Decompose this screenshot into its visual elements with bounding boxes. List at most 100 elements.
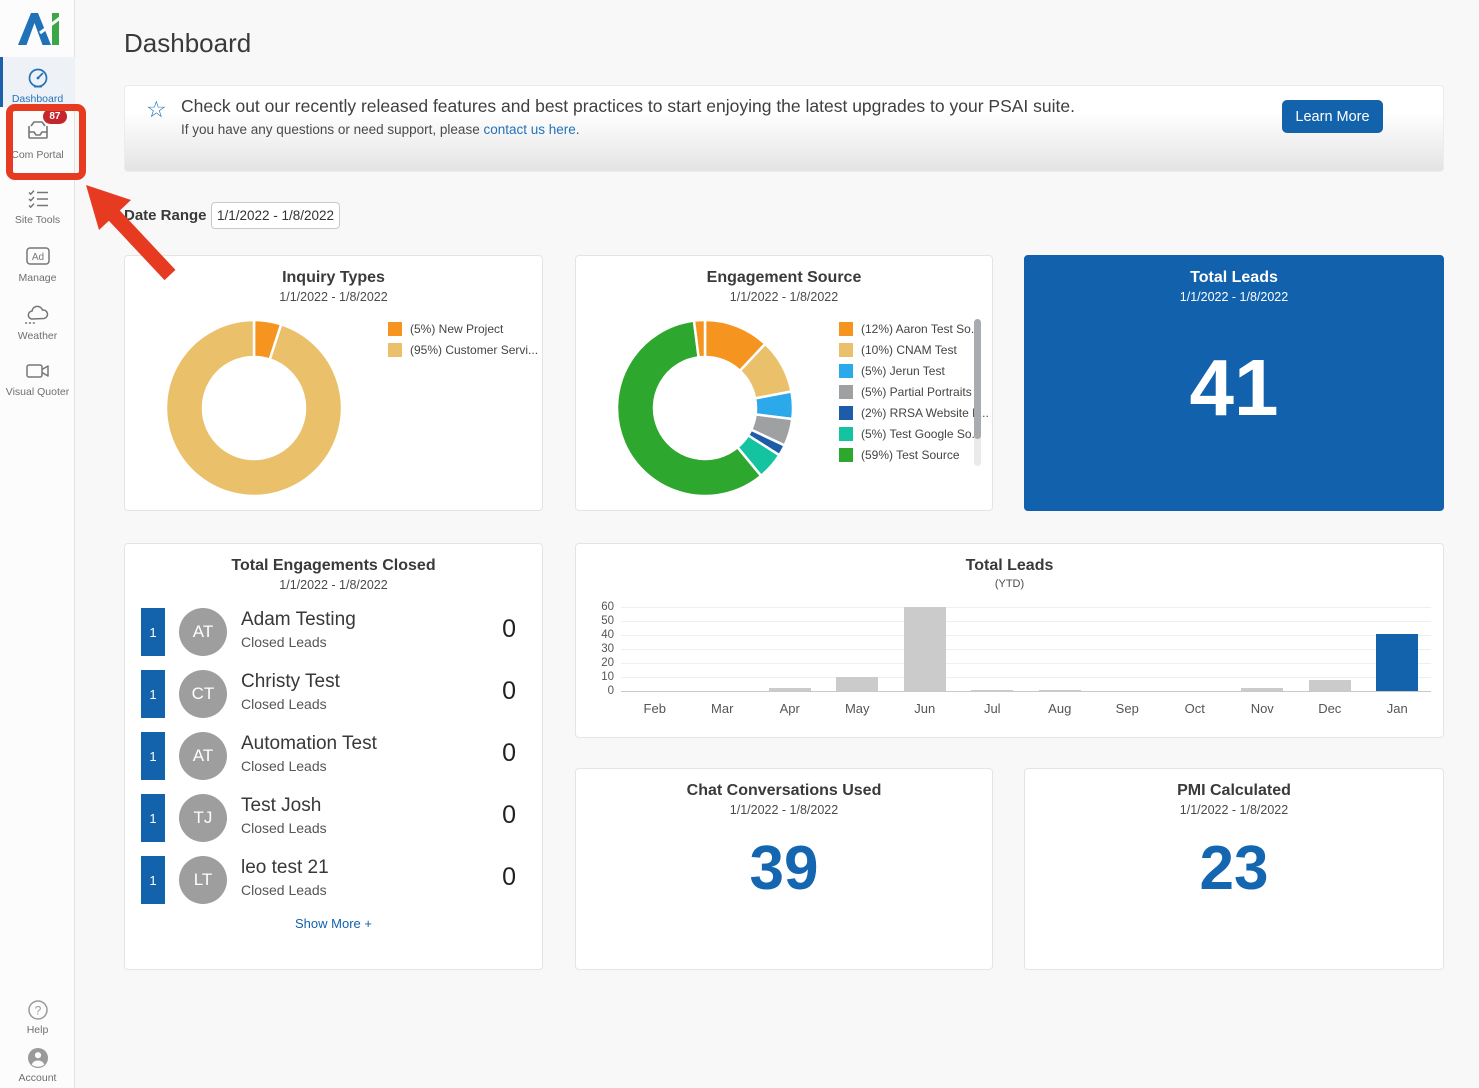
legend-item[interactable]: (95%) Customer Servi... [388, 343, 538, 357]
card-title: Chat Conversations Used [576, 782, 992, 800]
sidebar-item-label: Account [0, 1072, 75, 1084]
legend-swatch [839, 343, 853, 357]
ad-icon: Ad [0, 246, 75, 270]
bar [769, 688, 811, 691]
learn-more-button[interactable]: Learn More [1282, 100, 1383, 133]
card-title: Engagement Source [576, 269, 992, 287]
banner-text: Check out our recently released features… [181, 95, 1241, 137]
engagement-name: Test Josh [241, 795, 321, 817]
legend-item[interactable]: (5%) Test Google So... [839, 427, 989, 441]
rank-badge: 1 [141, 608, 165, 656]
bar [1309, 680, 1351, 691]
legend-item[interactable]: (59%) Test Source [839, 448, 989, 462]
card-pmi-calculated: PMI Calculated 1/1/2022 - 1/8/2022 23 [1024, 768, 1444, 970]
x-axis-label: Apr [756, 701, 824, 716]
card-subtitle: 1/1/2022 - 1/8/2022 [576, 290, 992, 304]
engagement-row: 1CTChristy TestClosed Leads0 [125, 663, 542, 725]
bar-chart: 6050403020100FebMarAprMayJunJulAugSepOct… [576, 544, 1443, 737]
x-axis-label: Feb [621, 701, 689, 716]
card-total-leads-ytd: Total Leads (YTD) 6050403020100FebMarApr… [575, 543, 1444, 738]
sidebar-item-label: Com Portal [0, 149, 75, 161]
bar [1039, 690, 1081, 691]
y-axis-label: 40 [584, 629, 614, 641]
avatar: AT [179, 608, 227, 656]
gauge-icon [0, 67, 75, 91]
x-axis-label: May [824, 701, 892, 716]
legend-label: (5%) New Project [410, 322, 503, 336]
sidebar-item-com-portal[interactable]: 87 Com Portal [0, 118, 75, 172]
app-logo[interactable] [0, 10, 75, 53]
contact-link[interactable]: contact us here [483, 122, 575, 137]
legend-swatch [839, 385, 853, 399]
legend-label: (2%) RRSA Website L... [861, 406, 989, 420]
sidebar-item-weather[interactable]: Weather [0, 304, 75, 346]
engagement-sub: Closed Leads [241, 758, 327, 774]
sidebar-item-help[interactable]: ? Help [0, 998, 75, 1038]
legend-item[interactable]: (5%) New Project [388, 322, 538, 336]
star-icon: ☆ [146, 96, 167, 123]
legend-item[interactable]: (2%) RRSA Website L... [839, 406, 989, 420]
engagement-sub: Closed Leads [241, 696, 327, 712]
engagement-row: 1ATAutomation TestClosed Leads0 [125, 725, 542, 787]
card-subtitle: 1/1/2022 - 1/8/2022 [125, 290, 542, 304]
engagement-name: Christy Test [241, 671, 340, 693]
legend-item[interactable]: (12%) Aaron Test So... [839, 322, 989, 336]
legend-label: (95%) Customer Servi... [410, 343, 538, 357]
engagement-sub: Closed Leads [241, 820, 327, 836]
card-total-leads: Total Leads 1/1/2022 - 1/8/2022 41 [1024, 255, 1444, 511]
rank-badge: 1 [141, 856, 165, 904]
engagement-list: 1ATAdam TestingClosed Leads01CTChristy T… [125, 601, 542, 911]
feature-banner: ☆ Check out our recently released featur… [124, 85, 1444, 172]
legend-swatch [839, 448, 853, 462]
rank-badge: 1 [141, 732, 165, 780]
legend-label: (59%) Test Source [861, 448, 960, 462]
legend-label: (5%) Test Google So... [861, 427, 982, 441]
sidebar-item-account[interactable]: Account [0, 1046, 75, 1086]
engagement-name: Adam Testing [241, 609, 356, 631]
card-inquiry-types: Inquiry Types 1/1/2022 - 1/8/2022 (5%) N… [124, 255, 543, 511]
card-subtitle: 1/1/2022 - 1/8/2022 [125, 578, 542, 592]
sidebar: Dashboard 87 Com Portal [0, 0, 75, 1088]
x-axis-label: Dec [1296, 701, 1364, 716]
video-camera-icon [0, 360, 75, 384]
card-title: Total Engagements Closed [125, 557, 542, 575]
donut-chart [613, 316, 797, 500]
legend-scrollbar[interactable] [974, 319, 981, 439]
legend-swatch [388, 322, 402, 336]
sidebar-item-label: Help [0, 1024, 75, 1036]
card-title: Total Leads [1025, 269, 1443, 287]
avatar: LT [179, 856, 227, 904]
legend-item[interactable]: (5%) Jerun Test [839, 364, 989, 378]
card-total-engagements: Total Engagements Closed 1/1/2022 - 1/8/… [124, 543, 543, 970]
avatar: AT [179, 732, 227, 780]
bar [1376, 634, 1418, 691]
card-chat-conversations: Chat Conversations Used 1/1/2022 - 1/8/2… [575, 768, 993, 970]
chart-legend: (5%) New Project (95%) Customer Servi... [388, 322, 538, 364]
sidebar-item-dashboard[interactable]: Dashboard [0, 57, 75, 107]
gridline [621, 677, 1431, 678]
donut-slice [166, 320, 342, 496]
donut-chart [162, 316, 346, 500]
y-axis-label: 30 [584, 643, 614, 655]
sidebar-item-label: Site Tools [0, 214, 75, 226]
legend-swatch [839, 322, 853, 336]
legend-item[interactable]: (10%) CNAM Test [839, 343, 989, 357]
svg-text:?: ? [34, 1004, 41, 1018]
date-range-input[interactable] [211, 202, 340, 229]
sidebar-item-site-tools[interactable]: Site Tools [0, 188, 75, 230]
date-range-label: Date Range [124, 207, 207, 224]
banner-support-suffix: . [576, 122, 580, 137]
legend-label: (5%) Partial Portraits [861, 385, 972, 399]
legend-swatch [839, 364, 853, 378]
y-axis-label: 60 [584, 601, 614, 613]
sidebar-item-manage[interactable]: Ad Manage [0, 246, 75, 288]
show-more-link[interactable]: Show More + [125, 916, 542, 931]
question-icon: ? [0, 998, 75, 1022]
legend-item[interactable]: (5%) Partial Portraits [839, 385, 989, 399]
legend-swatch [388, 343, 402, 357]
engagement-row: 1TJTest JoshClosed Leads0 [125, 787, 542, 849]
sidebar-item-visual-quoter[interactable]: Visual Quoter [0, 360, 75, 404]
y-axis-label: 0 [584, 685, 614, 697]
x-axis-label: Jun [891, 701, 959, 716]
card-subtitle: 1/1/2022 - 1/8/2022 [1025, 803, 1443, 817]
